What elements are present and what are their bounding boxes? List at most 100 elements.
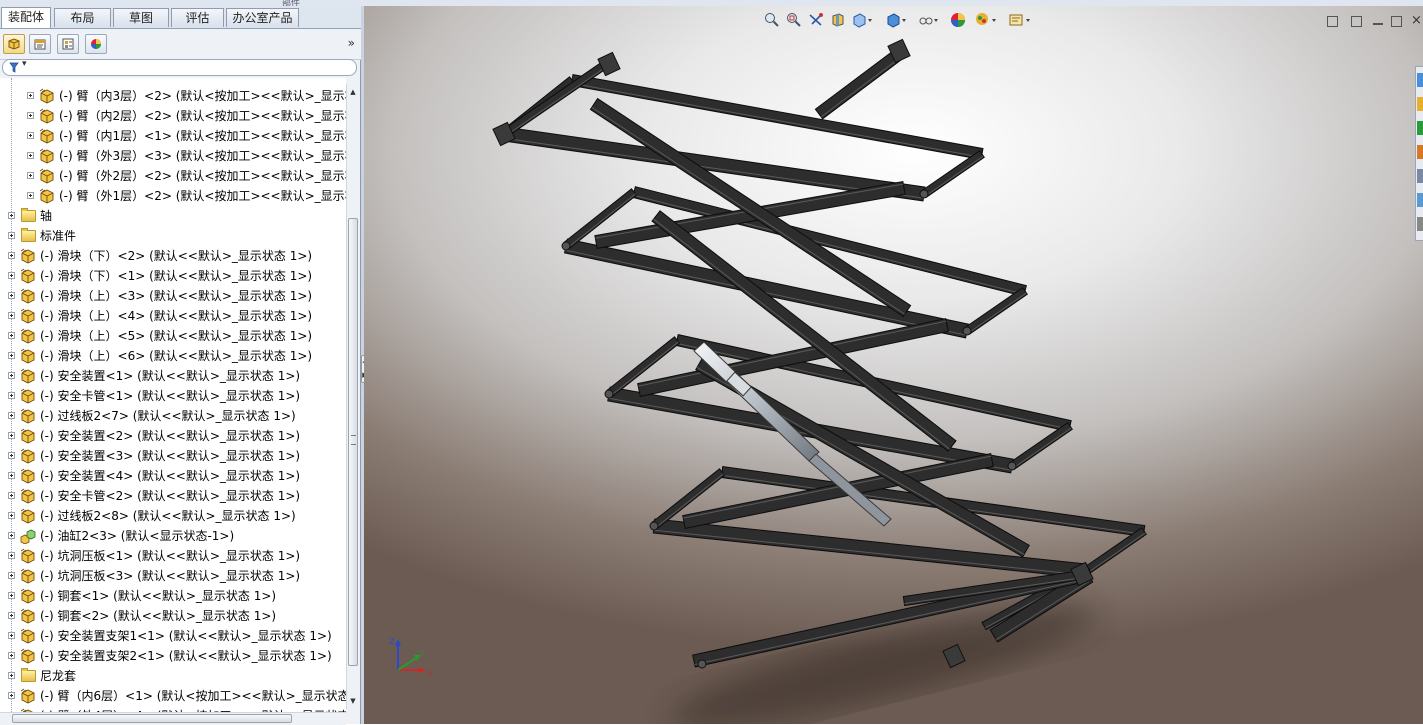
tree-vertical-scrollbar[interactable]: ▲ ▼ [346,84,360,709]
expand-toggle-icon[interactable] [27,192,34,199]
pin-left-1 [561,241,571,251]
tree-component-item[interactable]: (-) 臂（外1层）<2> (默认<按加工><<默认>_显示状 [0,186,346,206]
tree-component-item[interactable]: (-) 坑洞压板<1> (默认<<默认>_显示状态 1>) [0,546,346,566]
expand-toggle-icon[interactable] [8,512,15,519]
tab-evaluate[interactable]: 评估 [171,8,224,27]
tree-item-label: (-) 臂（外1层）<2> (默认<按加工><<默认>_显示状 [59,189,346,203]
tree-component-item[interactable]: (-) 安全卡管<1> (默认<<默认>_显示状态 1>) [0,386,346,406]
tree-component-item[interactable]: (-) 铜套<1> (默认<<默认>_显示状态 1>) [0,586,346,606]
tree-component-item[interactable]: (-) 臂（外3层）<3> (默认<按加工><<默认>_显示状 [0,146,346,166]
tree-folder-item[interactable]: 标准件 [0,226,346,246]
property-manager-button[interactable] [29,34,51,54]
tree-component-item[interactable]: (-) 过线板2<8> (默认<<默认>_显示状态 1>) [0,506,346,526]
expand-panel-icon[interactable]: » [348,36,355,50]
horizontal-scroll-thumb[interactable] [12,714,292,723]
expand-toggle-icon[interactable] [8,472,15,479]
expand-toggle-icon[interactable] [27,112,34,119]
expand-toggle-icon[interactable] [8,692,15,699]
part-icon [20,328,35,344]
expand-toggle-icon[interactable] [8,292,15,299]
expand-toggle-icon[interactable] [8,232,15,239]
expand-toggle-icon[interactable] [8,412,15,419]
reference-triad: Z Y X [389,637,432,678]
tree-component-item[interactable]: (-) 油缸2<3> (默认<显示状态-1>) [0,526,346,546]
expand-toggle-icon[interactable] [8,612,15,619]
folder-icon [21,208,36,222]
tree-component-item[interactable]: (-) 安全卡管<2> (默认<<默认>_显示状态 1>) [0,486,346,506]
vertical-scroll-thumb[interactable] [348,218,358,666]
tree-folder-item[interactable]: 尼龙套 [0,666,346,686]
tree-filter-input[interactable]: ▾ [2,59,357,76]
expand-toggle-icon[interactable] [8,592,15,599]
pin-base-left [697,659,707,669]
tree-component-item[interactable]: (-) 坑洞压板<3> (默认<<默认>_显示状态 1>) [0,566,346,586]
tree-component-item[interactable]: (-) 臂（内6层）<1> (默认<按加工><<默认>_显示状态 [0,686,346,706]
top-rod-right-highlight [820,56,902,118]
tree-component-item[interactable]: (-) 滑块（上）<6> (默认<<默认>_显示状态 1>) [0,346,346,366]
expand-toggle-icon[interactable] [8,632,15,639]
top-rod-left-highlight [505,63,611,137]
crossbar-right-1-highlight [968,292,1027,334]
tree-component-item[interactable]: (-) 臂（外2层）<2> (默认<按加工><<默认>_显示状 [0,166,346,186]
expand-toggle-icon[interactable] [8,332,15,339]
expand-toggle-icon[interactable] [8,372,15,379]
tree-component-item[interactable]: (-) 滑块（上）<5> (默认<<默认>_显示状态 1>) [0,326,346,346]
tree-component-item[interactable]: (-) 安全装置<2> (默认<<默认>_显示状态 1>) [0,426,346,446]
tree-component-item[interactable]: (-) 铜套<2> (默认<<默认>_显示状态 1>) [0,606,346,626]
scroll-up-icon[interactable]: ▲ [348,86,358,98]
tree-component-item[interactable]: (-) 滑块（上）<3> (默认<<默认>_显示状态 1>) [0,286,346,306]
expand-toggle-icon[interactable] [8,552,15,559]
expand-toggle-icon[interactable] [8,432,15,439]
tab-assembly[interactable]: 装配体 [1,7,51,28]
display-manager-button[interactable] [85,34,107,54]
tree-component-item[interactable]: (-) 安全装置支架2<1> (默认<<默认>_显示状态 1>) [0,646,346,666]
tab-office-products[interactable]: 办公室产品 [226,8,299,27]
tree-component-item[interactable]: (-) 臂（内1层）<1> (默认<按加工><<默认>_显示状 [0,126,346,146]
tree-component-item[interactable]: (-) 安全装置<4> (默认<<默认>_显示状态 1>) [0,466,346,486]
expand-toggle-icon[interactable] [8,452,15,459]
tree-component-item[interactable]: (-) 滑块（下）<1> (默认<<默认>_显示状态 1>) [0,266,346,286]
tree-component-item[interactable]: (-) 臂（内3层）<2> (默认<按加工><<默认>_显示状 [0,86,346,106]
tab-sketch[interactable]: 草图 [113,8,169,27]
tree-component-item[interactable]: (-) 臂（内2层）<2> (默认<按加工><<默认>_显示状 [0,106,346,126]
expand-toggle-icon[interactable] [8,392,15,399]
tree-component-item[interactable]: (-) 安全装置<3> (默认<<默认>_显示状态 1>) [0,446,346,466]
part-icon [20,288,35,304]
expand-toggle-icon[interactable] [8,572,15,579]
expand-toggle-icon[interactable] [8,492,15,499]
top-rod-right [814,48,904,120]
crossbar-right-2 [1009,422,1073,470]
expand-toggle-icon[interactable] [8,672,15,679]
expand-toggle-icon[interactable] [27,92,34,99]
expand-toggle-icon[interactable] [27,172,34,179]
tab-layout[interactable]: 布局 [54,8,111,27]
part-icon [20,408,35,424]
expand-toggle-icon[interactable] [8,532,15,539]
tree-component-item[interactable]: (-) 安全装置支架1<1> (默认<<默认>_显示状态 1>) [0,626,346,646]
part-icon [39,168,54,184]
expand-toggle-icon[interactable] [27,152,34,159]
expand-toggle-icon[interactable] [27,132,34,139]
scissor-lift-model[interactable] [364,6,1423,724]
expand-toggle-icon[interactable] [8,272,15,279]
expand-toggle-icon[interactable] [8,252,15,259]
tree-folder-item[interactable]: 轴 [0,206,346,226]
configuration-manager-button[interactable] [57,34,79,54]
tree-horizontal-scrollbar[interactable] [0,712,346,725]
graphics-area[interactable]: × Z Y X [364,6,1423,724]
featuremanager-tree-button[interactable] [3,34,25,54]
expand-toggle-icon[interactable] [8,652,15,659]
tree-item-label: (-) 坑洞压板<3> (默认<<默认>_显示状态 1>) [40,569,301,583]
crossbar-right-2-highlight [1013,427,1072,469]
expand-toggle-icon[interactable] [8,212,15,219]
filter-dropdown-icon[interactable]: ▾ [22,59,27,69]
tree-component-item[interactable]: (-) 安全装置<1> (默认<<默认>_显示状态 1>) [0,366,346,386]
tree-item-label: (-) 坑洞压板<1> (默认<<默认>_显示状态 1>) [40,549,301,563]
expand-toggle-icon[interactable] [8,352,15,359]
tree-item-label: (-) 安全卡管<1> (默认<<默认>_显示状态 1>) [40,389,301,403]
expand-toggle-icon[interactable] [8,312,15,319]
tree-component-item[interactable]: (-) 滑块（上）<4> (默认<<默认>_显示状态 1>) [0,306,346,326]
tree-component-item[interactable]: (-) 过线板2<7> (默认<<默认>_显示状态 1>) [0,406,346,426]
tree-component-item[interactable]: (-) 滑块（下）<2> (默认<<默认>_显示状态 1>) [0,246,346,266]
scroll-down-icon[interactable]: ▼ [348,695,358,707]
